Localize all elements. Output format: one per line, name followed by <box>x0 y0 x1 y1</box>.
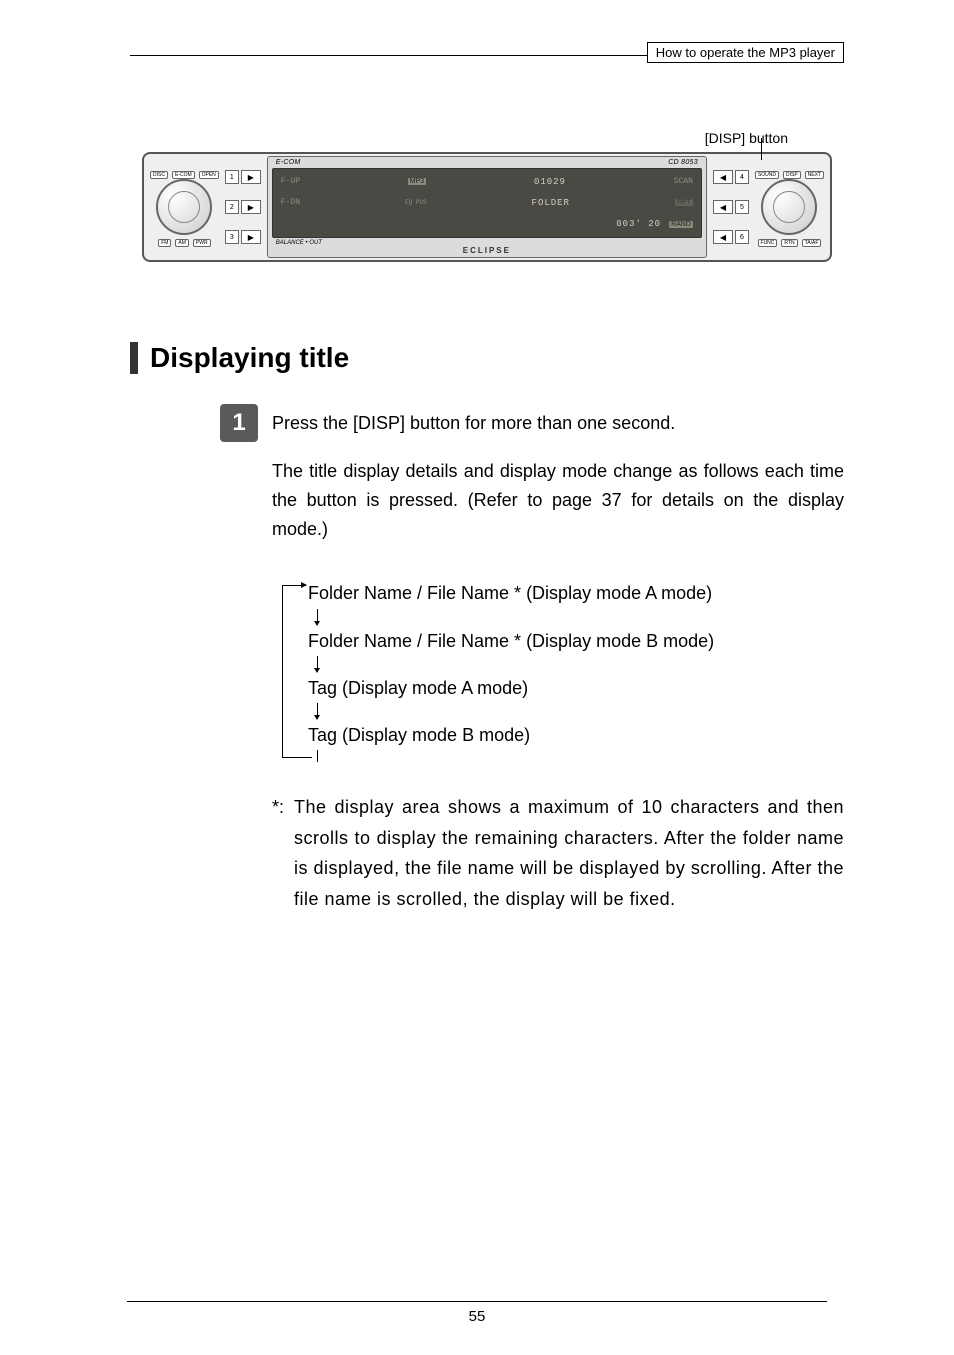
prev-icon: ◀ <box>713 230 733 244</box>
lcd-rand-tag: RAND <box>669 221 693 228</box>
play-icon: ▶ <box>241 230 261 244</box>
cycle-item-4: Tag (Display mode B mode) <box>308 721 844 750</box>
lcd-mp3-tag: MP3 <box>408 178 426 185</box>
device-illustration: DISC E-COM OPEN FM AM PWR 1▶ 2▶ 3▶ <box>142 152 832 262</box>
btn-am: AM <box>175 239 189 247</box>
btn-ecom: E-COM <box>172 171 195 179</box>
cycle-item-2: Folder Name / File Name * (Display mode … <box>308 627 844 656</box>
lcd-time1: 01029 <box>534 177 566 187</box>
right-pod: SOUND DISP NEXT FUNC RTN TA/AF <box>755 156 824 258</box>
btn-open: OPEN <box>199 171 219 179</box>
lcd-f-dn: F-DN <box>281 198 300 207</box>
brand-label: E-COM <box>276 159 301 166</box>
presets-left: 1▶ 2▶ 3▶ <box>225 156 261 258</box>
prev-icon: ◀ <box>713 200 733 214</box>
btn-fm: FM <box>158 239 171 247</box>
preset-5: 5 <box>735 200 749 214</box>
lcd-screen: E-COM CD 8053 F-UP MP3 01029 SCAN F-DN E… <box>267 156 707 258</box>
play-icon: ▶ <box>241 170 261 184</box>
btn-disp: DISP <box>783 171 801 179</box>
section-heading: Displaying title <box>130 342 844 374</box>
btn-disc: DISC <box>150 171 168 179</box>
cycle-end-stub <box>314 750 844 762</box>
prev-icon: ◀ <box>713 170 733 184</box>
page-number: 55 <box>0 1301 954 1325</box>
preset-2: 2 <box>225 200 239 214</box>
step-number-badge: 1 <box>220 404 258 442</box>
cycle-return-arrow-icon <box>282 585 306 586</box>
step-body: The title display details and display mo… <box>272 457 844 571</box>
lcd-scan: SCAN <box>674 177 693 186</box>
btn-next: NEXT <box>805 171 824 179</box>
page-title: Displaying title <box>150 342 349 374</box>
play-icon: ▶ <box>241 200 261 214</box>
preset-1: 1 <box>225 170 239 184</box>
btn-sound: SOUND <box>755 171 779 179</box>
lcd-folder: FOLDER <box>532 198 570 208</box>
down-arrow-icon <box>314 656 844 674</box>
lcd-f-up: F-UP <box>281 177 300 186</box>
preset-6: 6 <box>735 230 749 244</box>
brand-logo: ECLIPSE <box>272 246 702 255</box>
heading-bar-icon <box>130 342 138 374</box>
lcd-eq-pos: EQ POS <box>405 199 427 206</box>
cycle-item-1: Folder Name / File Name * (Display mode … <box>308 579 844 608</box>
btn-rtn: RTN <box>781 239 797 247</box>
callout-line <box>761 138 762 160</box>
callout-disp-button: [DISP] button <box>130 130 844 146</box>
down-arrow-icon <box>314 703 844 721</box>
down-arrow-icon <box>314 609 844 627</box>
btn-pwr: PWR <box>193 239 211 247</box>
cycle-return-line <box>282 585 283 758</box>
lcd-rpt-tag: RPT <box>675 199 693 206</box>
mode-cycle-diagram: Folder Name / File Name * (Display mode … <box>272 571 844 770</box>
select-dial-icon <box>761 179 817 235</box>
footnote-marker: *: <box>272 792 294 914</box>
presets-right: ◀4 ◀5 ◀6 <box>713 156 749 258</box>
preset-4: 4 <box>735 170 749 184</box>
volume-dial-icon <box>156 179 212 235</box>
left-pod: DISC E-COM OPEN FM AM PWR <box>150 156 219 258</box>
lcd-elapsed: 003' 20 <box>616 219 661 229</box>
footnote-text: The display area shows a maximum of 10 c… <box>294 792 844 914</box>
model-label: CD 8053 <box>668 159 698 166</box>
preset-3: 3 <box>225 230 239 244</box>
breadcrumb: How to operate the MP3 player <box>647 42 844 63</box>
btn-func: FUNC <box>758 239 778 247</box>
cycle-item-3: Tag (Display mode A mode) <box>308 674 844 703</box>
footnote: *: The display area shows a maximum of 1… <box>272 792 844 914</box>
cycle-return-bottom <box>282 757 312 758</box>
btn-taaf: TA/AF <box>802 239 822 247</box>
step-instruction: Press the [DISP] button for more than on… <box>272 406 844 457</box>
